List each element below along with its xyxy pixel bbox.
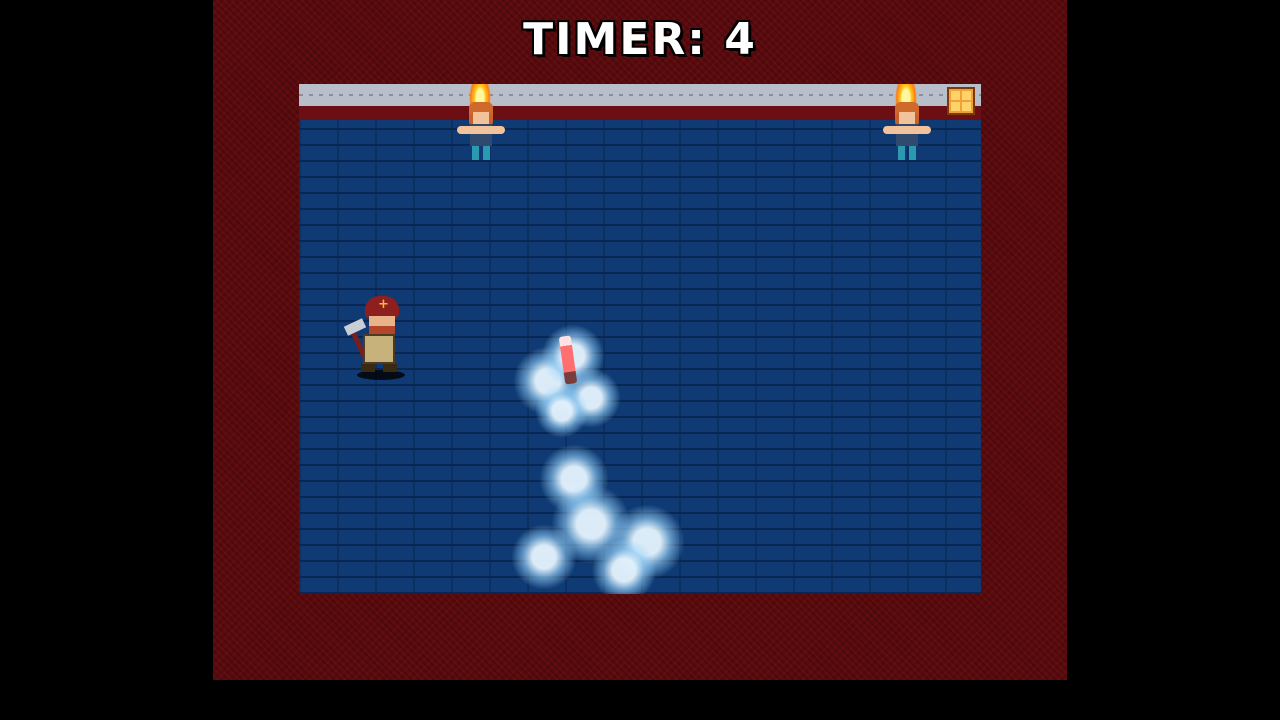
- firefighter-player: [343, 296, 411, 388]
- window-icon: [947, 87, 975, 115]
- burning-person-right: [883, 84, 933, 164]
- helmet-icon: [365, 296, 399, 318]
- flame-icon: [895, 84, 917, 104]
- timer-label: TIMER: 4: [523, 14, 757, 65]
- top-wall: [299, 84, 981, 120]
- room-floor: [299, 84, 981, 594]
- flame-icon: [469, 84, 491, 104]
- burning-person-left: [457, 84, 507, 164]
- game-frame: TIMER: 4: [213, 0, 1067, 680]
